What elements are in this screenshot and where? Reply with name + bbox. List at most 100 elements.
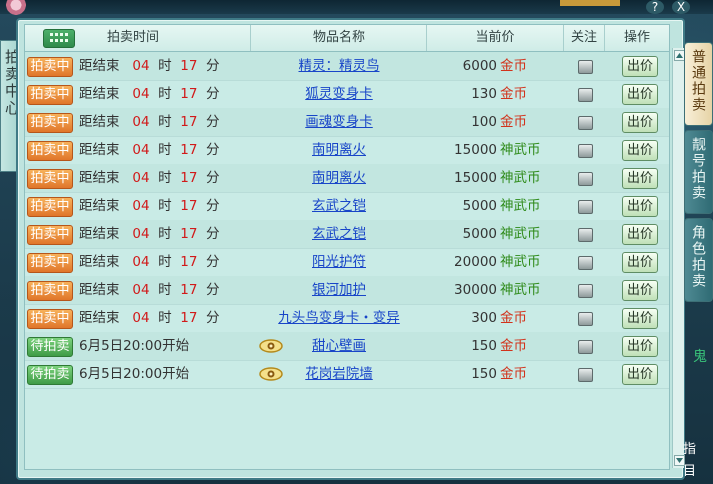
item-name-link[interactable]: 甜心壁画 <box>252 332 426 360</box>
item-name-link[interactable]: 画魂变身卡 <box>252 108 426 136</box>
price-value: 15000 <box>454 170 497 186</box>
minutes-unit: 分 <box>206 254 220 270</box>
auction-status-badge: 拍卖中 <box>27 281 73 301</box>
item-name-link[interactable]: 玄武之铠 <box>252 220 426 248</box>
watch-checkbox[interactable] <box>578 228 593 242</box>
minutes-unit: 分 <box>206 58 220 74</box>
auction-status-badge: 拍卖中 <box>27 197 73 217</box>
bid-button[interactable]: 出价 <box>622 56 658 77</box>
currency-label: 金币 <box>500 310 527 326</box>
item-name-link[interactable]: 狐灵变身卡 <box>252 80 426 108</box>
watch-checkbox[interactable] <box>578 172 593 186</box>
watch-checkbox[interactable] <box>578 284 593 298</box>
watch-checkbox[interactable] <box>578 368 593 382</box>
auction-status-badge: 拍卖中 <box>27 113 73 133</box>
minutes-value: 17 <box>180 254 198 270</box>
currency-label: 神武币 <box>500 254 541 270</box>
bid-button[interactable]: 出价 <box>622 252 658 273</box>
item-name-link[interactable]: 阳光护符 <box>252 248 426 276</box>
watch-checkbox[interactable] <box>578 340 593 354</box>
table-row: 拍卖中 距结束 04 时 17 分狐灵变身卡 130 金币 出价 <box>25 80 669 109</box>
item-name-link[interactable]: 玄武之铠 <box>252 192 426 220</box>
minutes-unit: 分 <box>206 86 220 102</box>
price-value: 150 <box>471 366 497 382</box>
start-time: 6月5日20:00开始 <box>79 366 190 382</box>
scrollbar[interactable] <box>672 48 685 468</box>
watch-checkbox[interactable] <box>578 60 593 74</box>
bid-button[interactable]: 出价 <box>622 364 658 385</box>
minutes-unit: 分 <box>206 170 220 186</box>
hours-unit: 时 <box>158 310 172 326</box>
calendar-icon[interactable] <box>43 29 75 48</box>
table-header: 拍卖时间 物品名称 当前价 关注 操作 <box>25 25 669 52</box>
item-name-link[interactable]: 南明离火 <box>252 136 426 164</box>
bid-button[interactable]: 出价 <box>622 224 658 245</box>
watch-checkbox[interactable] <box>578 256 593 270</box>
time-prefix: 距结束 <box>79 114 120 130</box>
item-name-link[interactable]: 花岗岩院墙 <box>252 360 426 388</box>
currency-label: 神武币 <box>500 282 541 298</box>
minutes-unit: 分 <box>206 142 220 158</box>
item-name-link[interactable]: 九头鸟变身卡・变异 <box>252 304 426 332</box>
side-button-b[interactable]: 目 <box>683 460 713 479</box>
side-char-label: 鬼 <box>693 349 707 365</box>
hours-unit: 时 <box>158 226 172 242</box>
currency-label: 金币 <box>500 366 527 382</box>
time-prefix: 距结束 <box>79 58 120 74</box>
table-row: 拍卖中 距结束 04 时 17 分阳光护符 20000 神武币 出价 <box>25 248 669 277</box>
currency-label: 金币 <box>500 114 527 130</box>
bid-button[interactable]: 出价 <box>622 280 658 301</box>
auction-status-badge: 拍卖中 <box>27 253 73 273</box>
hours-value: 04 <box>132 114 150 130</box>
time-remaining: 距结束 04 时 17 分 <box>79 80 259 108</box>
bid-button[interactable]: 出价 <box>622 140 658 161</box>
minutes-unit: 分 <box>206 114 220 130</box>
header-auction-time: 拍卖时间 <box>77 25 251 51</box>
watch-checkbox[interactable] <box>578 88 593 102</box>
header-item-name: 物品名称 <box>252 25 427 51</box>
hours-value: 04 <box>132 310 150 326</box>
bid-button[interactable]: 出价 <box>622 336 658 357</box>
item-name-link[interactable]: 精灵：精灵鸟 <box>252 52 426 80</box>
tab-character-auction[interactable]: 角色拍卖 <box>684 218 713 302</box>
side-button-a[interactable]: 指 <box>683 438 713 457</box>
auction-status-badge: 待拍卖 <box>27 337 73 357</box>
minutes-value: 17 <box>180 142 198 158</box>
watch-checkbox[interactable] <box>578 200 593 214</box>
time-prefix: 距结束 <box>79 86 120 102</box>
minutes-unit: 分 <box>206 282 220 298</box>
watch-checkbox[interactable] <box>578 312 593 326</box>
close-button[interactable]: X <box>672 0 690 14</box>
bid-button[interactable]: 出价 <box>622 196 658 217</box>
bid-button[interactable]: 出价 <box>622 168 658 189</box>
time-remaining: 距结束 04 时 17 分 <box>79 304 259 332</box>
auction-status-badge: 拍卖中 <box>27 169 73 189</box>
time-remaining: 距结束 04 时 17 分 <box>79 220 259 248</box>
tab-number-auction[interactable]: 靓号拍卖 <box>684 130 713 214</box>
watch-checkbox[interactable] <box>578 116 593 130</box>
time-prefix: 距结束 <box>79 226 120 242</box>
currency-label: 神武币 <box>500 170 541 186</box>
bid-button[interactable]: 出价 <box>622 308 658 329</box>
time-remaining: 距结束 04 时 17 分 <box>79 52 259 80</box>
auction-status-badge: 拍卖中 <box>27 57 73 77</box>
table-row: 拍卖中 距结束 04 时 17 分银河加护 30000 神武币 出价 <box>25 276 669 305</box>
bid-button[interactable]: 出价 <box>622 112 658 133</box>
help-button[interactable]: ? <box>646 0 664 14</box>
item-name-link[interactable]: 南明离火 <box>252 164 426 192</box>
item-name-link[interactable]: 银河加护 <box>252 276 426 304</box>
price-value: 5000 <box>462 226 497 242</box>
auction-status-badge: 拍卖中 <box>27 85 73 105</box>
time-prefix: 距结束 <box>79 170 120 186</box>
time-remaining: 距结束 04 时 17 分 <box>79 108 259 136</box>
hours-unit: 时 <box>158 58 172 74</box>
time-remaining: 距结束 04 时 17 分 <box>79 164 259 192</box>
table-row: 拍卖中 距结束 04 时 17 分画魂变身卡 100 金币 出价 <box>25 108 669 137</box>
bid-button[interactable]: 出价 <box>622 84 658 105</box>
watch-checkbox[interactable] <box>578 144 593 158</box>
currency-label: 金币 <box>500 86 527 102</box>
hours-value: 04 <box>132 254 150 270</box>
tab-normal-auction[interactable]: 普通拍卖 <box>684 42 713 126</box>
minutes-value: 17 <box>180 58 198 74</box>
price-value: 150 <box>471 338 497 354</box>
